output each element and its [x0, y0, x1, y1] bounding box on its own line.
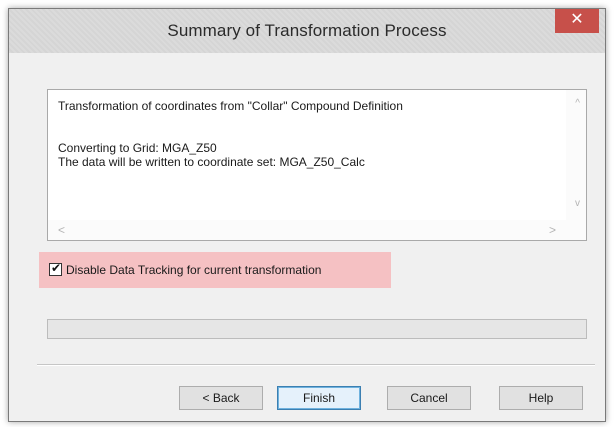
- scroll-left-icon[interactable]: <: [58, 223, 65, 237]
- button-divider: [37, 364, 595, 366]
- data-tracking-option[interactable]: ✔ Disable Data Tracking for current tran…: [39, 252, 391, 288]
- dialog-title: Summary of Transformation Process: [167, 21, 447, 40]
- summary-line-grid: Converting to Grid: MGA_Z50: [58, 141, 217, 155]
- back-button[interactable]: < Back: [179, 386, 263, 410]
- scroll-down-icon[interactable]: v: [575, 198, 580, 209]
- disable-tracking-label[interactable]: Disable Data Tracking for current transf…: [66, 263, 321, 277]
- summary-textbox[interactable]: Transformation of coordinates from "Coll…: [47, 89, 587, 241]
- vertical-scrollbar[interactable]: ^ v: [566, 90, 586, 240]
- horizontal-scrollbar[interactable]: < >: [48, 220, 586, 240]
- checkmark-icon: ✔: [51, 261, 62, 275]
- summary-line-source: Transformation of coordinates from "Coll…: [58, 99, 403, 113]
- help-button[interactable]: Help: [499, 386, 583, 410]
- progress-bar: [47, 319, 587, 339]
- cancel-button[interactable]: Cancel: [387, 386, 471, 410]
- close-button[interactable]: ✕: [555, 9, 599, 33]
- scroll-up-icon[interactable]: ^: [575, 98, 580, 109]
- finish-button[interactable]: Finish: [277, 386, 361, 410]
- summary-text: Transformation of coordinates from "Coll…: [58, 99, 562, 169]
- scroll-right-icon[interactable]: >: [549, 223, 556, 237]
- close-icon: ✕: [570, 11, 584, 28]
- disable-tracking-checkbox[interactable]: ✔: [49, 261, 62, 276]
- summary-dialog: Summary of Transformation Process ✕ Tran…: [8, 8, 606, 422]
- title-bar[interactable]: Summary of Transformation Process ✕: [9, 9, 605, 53]
- summary-line-output: The data will be written to coordinate s…: [58, 155, 365, 169]
